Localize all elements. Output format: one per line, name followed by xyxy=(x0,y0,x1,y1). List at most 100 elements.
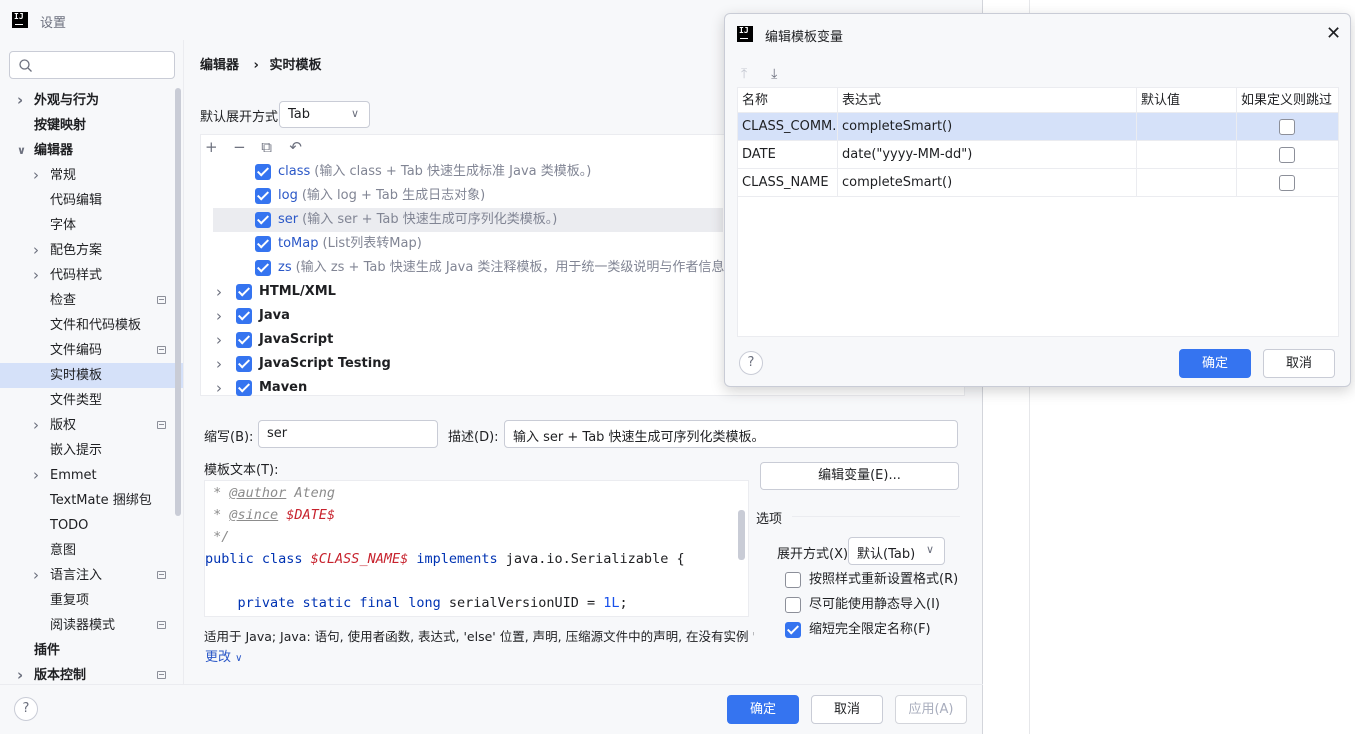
sidebar-item[interactable]: TextMate 捆绑包 xyxy=(0,488,183,513)
change-contexts-link[interactable]: 更改 ∨ xyxy=(205,646,242,665)
option-checkbox[interactable] xyxy=(785,572,801,588)
group-checkbox[interactable] xyxy=(236,356,252,372)
column-header[interactable]: 如果定义则跳过 xyxy=(1237,88,1338,113)
breadcrumb-parent[interactable]: 编辑器 xyxy=(200,58,239,73)
move-down-icon[interactable]: ⤓ xyxy=(771,66,797,82)
move-up-icon[interactable]: ⤒ xyxy=(741,66,767,82)
option-checkbox[interactable] xyxy=(785,622,801,638)
chevron-right-icon[interactable]: › xyxy=(33,238,43,263)
apply-button[interactable]: 应用(A) xyxy=(895,695,967,724)
column-header[interactable]: 默认值 xyxy=(1137,88,1237,113)
template-checkbox[interactable] xyxy=(255,188,271,204)
template-group-row[interactable]: › JavaScript xyxy=(213,328,723,352)
sidebar-item[interactable]: 文件和代码模板 xyxy=(0,313,183,338)
sidebar-item[interactable]: 意图 xyxy=(0,538,183,563)
template-row[interactable]: class (输入 class + Tab 快速生成标准 Java 类模板。) xyxy=(213,160,723,184)
template-text-editor[interactable]: * @author Ateng * @since $DATE$ */ publi… xyxy=(204,480,749,617)
sidebar-item[interactable]: ∨ 编辑器 xyxy=(0,138,183,163)
remove-icon[interactable]: − xyxy=(233,138,257,156)
template-group-row[interactable]: › HTML/XML xyxy=(213,280,723,304)
template-row[interactable]: ser (输入 ser + Tab 快速生成可序列化类模板。) xyxy=(213,208,723,232)
sidebar-item[interactable]: 文件类型 xyxy=(0,388,183,413)
chevron-right-icon[interactable]: › xyxy=(33,563,43,588)
skip-if-defined-checkbox[interactable] xyxy=(1279,175,1295,191)
abbreviation-input[interactable]: ser xyxy=(258,420,438,448)
variable-name-cell[interactable]: CLASS_COMM... xyxy=(738,113,838,141)
description-input[interactable]: 输入 ser + Tab 快速生成可序列化类模板。 xyxy=(504,420,958,448)
variable-default-cell[interactable] xyxy=(1137,113,1237,141)
template-checkbox[interactable] xyxy=(255,164,271,180)
expand-with-select[interactable]: 默认(Tab) ∨ xyxy=(848,537,945,565)
sidebar-item[interactable]: 阅读器模式 xyxy=(0,613,183,638)
chevron-right-icon[interactable]: › xyxy=(216,280,222,304)
sidebar-item[interactable]: 重复项 xyxy=(0,588,183,613)
editor-scrollbar[interactable] xyxy=(738,510,745,560)
chevron-right-icon[interactable]: › xyxy=(33,413,43,438)
chevron-right-icon[interactable]: › xyxy=(33,263,43,288)
chevron-right-icon[interactable]: › xyxy=(216,352,222,376)
variable-name-cell[interactable]: DATE xyxy=(738,141,838,169)
skip-if-defined-checkbox[interactable] xyxy=(1279,119,1295,135)
column-header[interactable]: 表达式 xyxy=(838,88,1137,113)
sidebar-item[interactable]: › Emmet xyxy=(0,463,183,488)
group-checkbox[interactable] xyxy=(236,332,252,348)
add-icon[interactable]: + xyxy=(205,138,229,156)
sidebar-item[interactable]: 实时模板 xyxy=(0,363,183,388)
chevron-right-icon[interactable]: › xyxy=(216,328,222,352)
template-checkbox[interactable] xyxy=(255,212,271,228)
variable-default-cell[interactable] xyxy=(1137,169,1237,197)
help-button[interactable]: ? xyxy=(739,351,763,375)
sidebar-item[interactable]: 字体 xyxy=(0,213,183,238)
close-icon[interactable]: ✕ xyxy=(1326,23,1341,44)
sidebar-item[interactable]: 检查 xyxy=(0,288,183,313)
variable-default-cell[interactable] xyxy=(1137,141,1237,169)
default-expand-select[interactable]: Tab ∨ xyxy=(279,101,370,128)
sidebar-item[interactable]: TODO xyxy=(0,513,183,538)
chevron-down-icon[interactable]: ∨ xyxy=(17,138,27,163)
variable-name-cell[interactable]: CLASS_NAME xyxy=(738,169,838,197)
column-header[interactable]: 名称 xyxy=(738,88,838,113)
search-input[interactable] xyxy=(9,51,175,79)
variable-expression-cell[interactable]: completeSmart() xyxy=(838,113,1137,141)
sidebar-item[interactable]: › 版权 xyxy=(0,413,183,438)
group-checkbox[interactable] xyxy=(236,284,252,300)
sidebar-item[interactable]: 代码编辑 xyxy=(0,188,183,213)
template-group-row[interactable]: › Java xyxy=(213,304,723,328)
sidebar-item[interactable]: › 外观与行为 xyxy=(0,88,183,113)
template-group-row[interactable]: › Maven xyxy=(213,376,723,400)
edit-variables-button[interactable]: 编辑变量(E)... xyxy=(760,462,959,490)
ok-button[interactable]: 确定 xyxy=(727,695,799,724)
dialog-cancel-button[interactable]: 取消 xyxy=(1263,349,1335,378)
cancel-button[interactable]: 取消 xyxy=(811,695,883,724)
sidebar-item[interactable]: › 配色方案 xyxy=(0,238,183,263)
group-checkbox[interactable] xyxy=(236,380,252,396)
help-button[interactable]: ? xyxy=(14,697,38,721)
sidebar-scrollbar[interactable] xyxy=(175,88,181,516)
sidebar-item[interactable]: › 语言注入 xyxy=(0,563,183,588)
dialog-ok-button[interactable]: 确定 xyxy=(1179,349,1251,378)
template-row[interactable]: log (输入 log + Tab 生成日志对象) xyxy=(213,184,723,208)
copy-icon[interactable]: ⧉ xyxy=(261,138,285,156)
template-row[interactable]: zs (输入 zs + Tab 快速生成 Java 类注释模板，用于统一类级说明与… xyxy=(213,256,736,280)
sidebar-item[interactable]: › 常规 xyxy=(0,163,183,188)
sidebar-item[interactable]: 文件编码 xyxy=(0,338,183,363)
template-checkbox[interactable] xyxy=(255,236,271,252)
variable-expression-cell[interactable]: completeSmart() xyxy=(838,169,1137,197)
chevron-right-icon[interactable]: › xyxy=(17,88,27,113)
option-checkbox[interactable] xyxy=(785,597,801,613)
template-group-row[interactable]: › JavaScript Testing xyxy=(213,352,723,376)
sidebar-item[interactable]: › 代码样式 xyxy=(0,263,183,288)
chevron-right-icon[interactable]: › xyxy=(216,376,222,400)
template-checkbox[interactable] xyxy=(255,260,271,276)
chevron-right-icon[interactable]: › xyxy=(33,163,43,188)
chevron-right-icon[interactable]: › xyxy=(33,463,43,488)
sidebar-item[interactable]: 插件 xyxy=(0,638,183,663)
variable-expression-cell[interactable]: date("yyyy-MM-dd") xyxy=(838,141,1137,169)
template-row[interactable]: toMap (List列表转Map) xyxy=(213,232,723,256)
change-link-text[interactable]: 更改 xyxy=(205,650,231,665)
sidebar-item[interactable]: 嵌入提示 xyxy=(0,438,183,463)
chevron-right-icon[interactable]: › xyxy=(216,304,222,328)
revert-icon[interactable]: ↶ xyxy=(289,138,313,156)
sidebar-item[interactable]: 按键映射 xyxy=(0,113,183,138)
group-checkbox[interactable] xyxy=(236,308,252,324)
